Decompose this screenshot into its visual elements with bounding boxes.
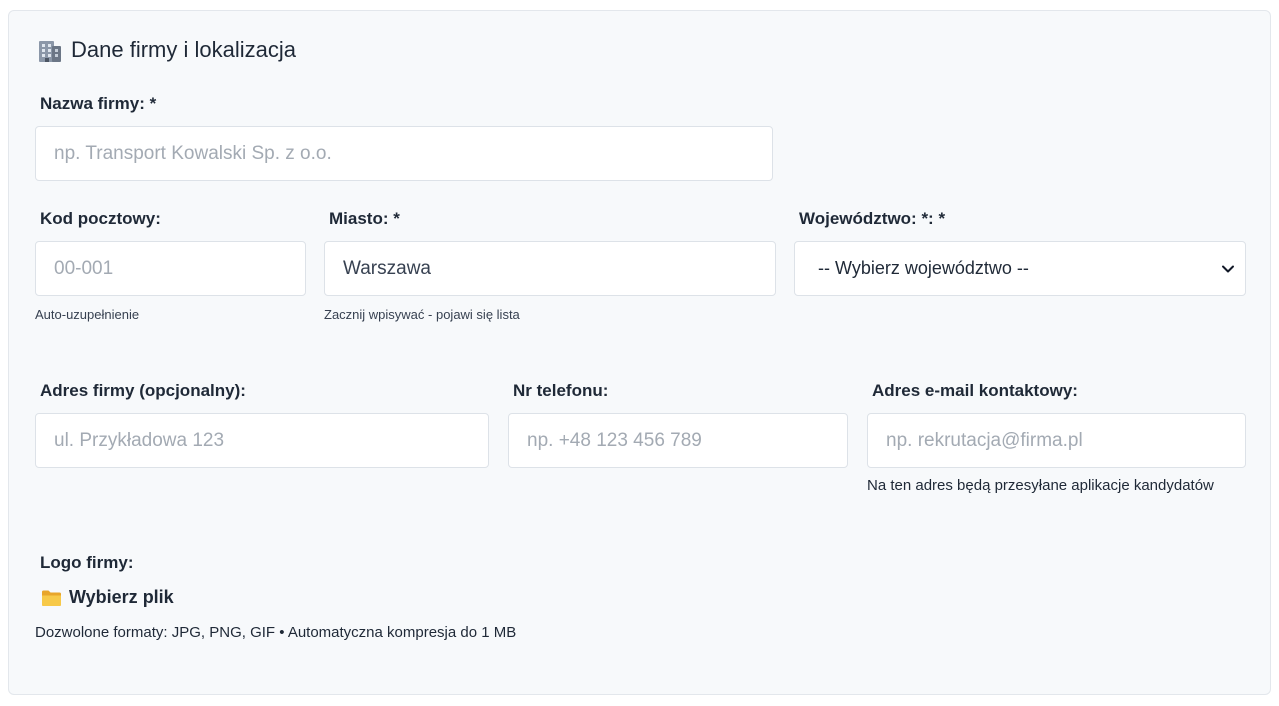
choose-file-button[interactable]: Wybierz plik — [41, 587, 174, 608]
logo-hint: Dozwolone formaty: JPG, PNG, GIF • Autom… — [35, 624, 517, 641]
logo-label: Logo firmy: — [40, 553, 134, 572]
city-label: Miasto: * — [329, 209, 400, 228]
email-hint: Na ten adres będą przesyłane aplikacje k… — [867, 477, 1214, 494]
voivodeship-label: Województwo: *: * — [799, 209, 946, 228]
postal-code-label: Kod pocztowy: — [40, 209, 161, 228]
email-input[interactable] — [867, 413, 1246, 468]
voivodeship-select[interactable]: -- Wybierz województwo -- — [794, 241, 1246, 296]
section-title-text: Dane firmy i lokalizacja — [71, 37, 296, 62]
phone-label: Nr telefonu: — [513, 381, 609, 400]
company-name-input[interactable] — [35, 126, 773, 181]
folder-icon — [42, 590, 61, 606]
company-details-card: Dane firmy i lokalizacja Nazwa firmy: * … — [8, 10, 1271, 695]
postal-code-hint: Auto-uzupełnienie — [35, 307, 140, 322]
postal-code-input[interactable] — [35, 241, 306, 296]
address-label: Adres firmy (opcjonalny): — [40, 381, 246, 400]
building-icon — [39, 41, 61, 62]
section-title: Dane firmy i lokalizacja — [37, 37, 296, 63]
voivodeship-selected-value: -- Wybierz województwo -- — [818, 258, 1029, 278]
city-input[interactable] — [324, 241, 776, 296]
choose-file-label: Wybierz plik — [69, 587, 174, 607]
phone-input[interactable] — [508, 413, 848, 468]
address-input[interactable] — [35, 413, 489, 468]
company-name-label: Nazwa firmy: * — [40, 94, 157, 113]
city-hint: Zacznij wpisywać - pojawi się lista — [324, 307, 520, 322]
chevron-down-icon — [1222, 265, 1234, 273]
email-label: Adres e-mail kontaktowy: — [872, 381, 1078, 400]
